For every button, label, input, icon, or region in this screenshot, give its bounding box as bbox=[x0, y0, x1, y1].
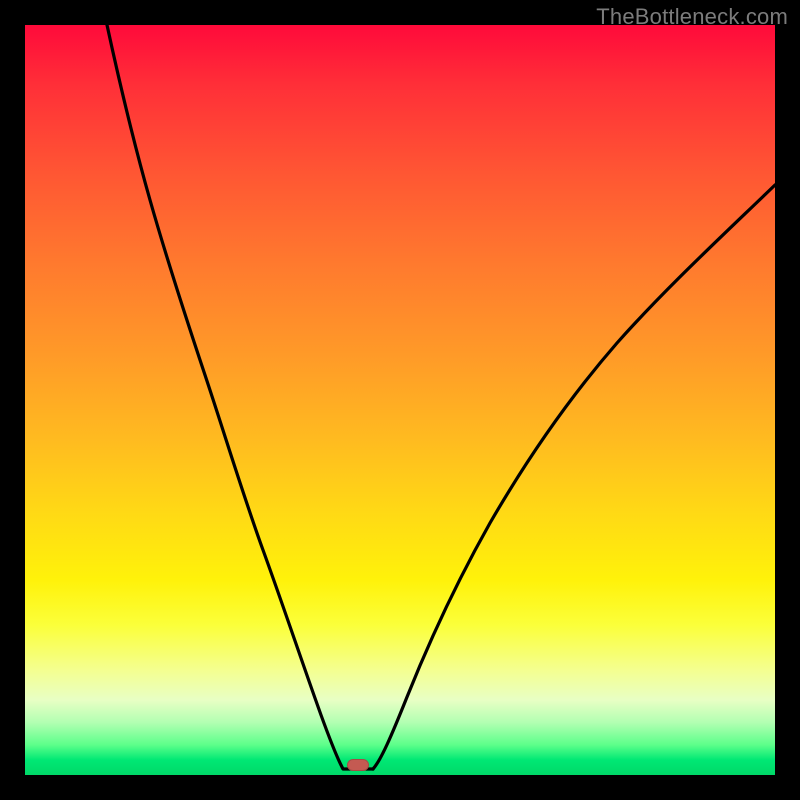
curve-right-branch bbox=[373, 185, 775, 769]
bottleneck-curve bbox=[25, 25, 775, 775]
watermark-text: TheBottleneck.com bbox=[596, 4, 788, 30]
optimal-marker bbox=[347, 759, 369, 771]
curve-left-branch bbox=[107, 25, 373, 769]
plot-area bbox=[25, 25, 775, 775]
chart-frame: TheBottleneck.com bbox=[0, 0, 800, 800]
